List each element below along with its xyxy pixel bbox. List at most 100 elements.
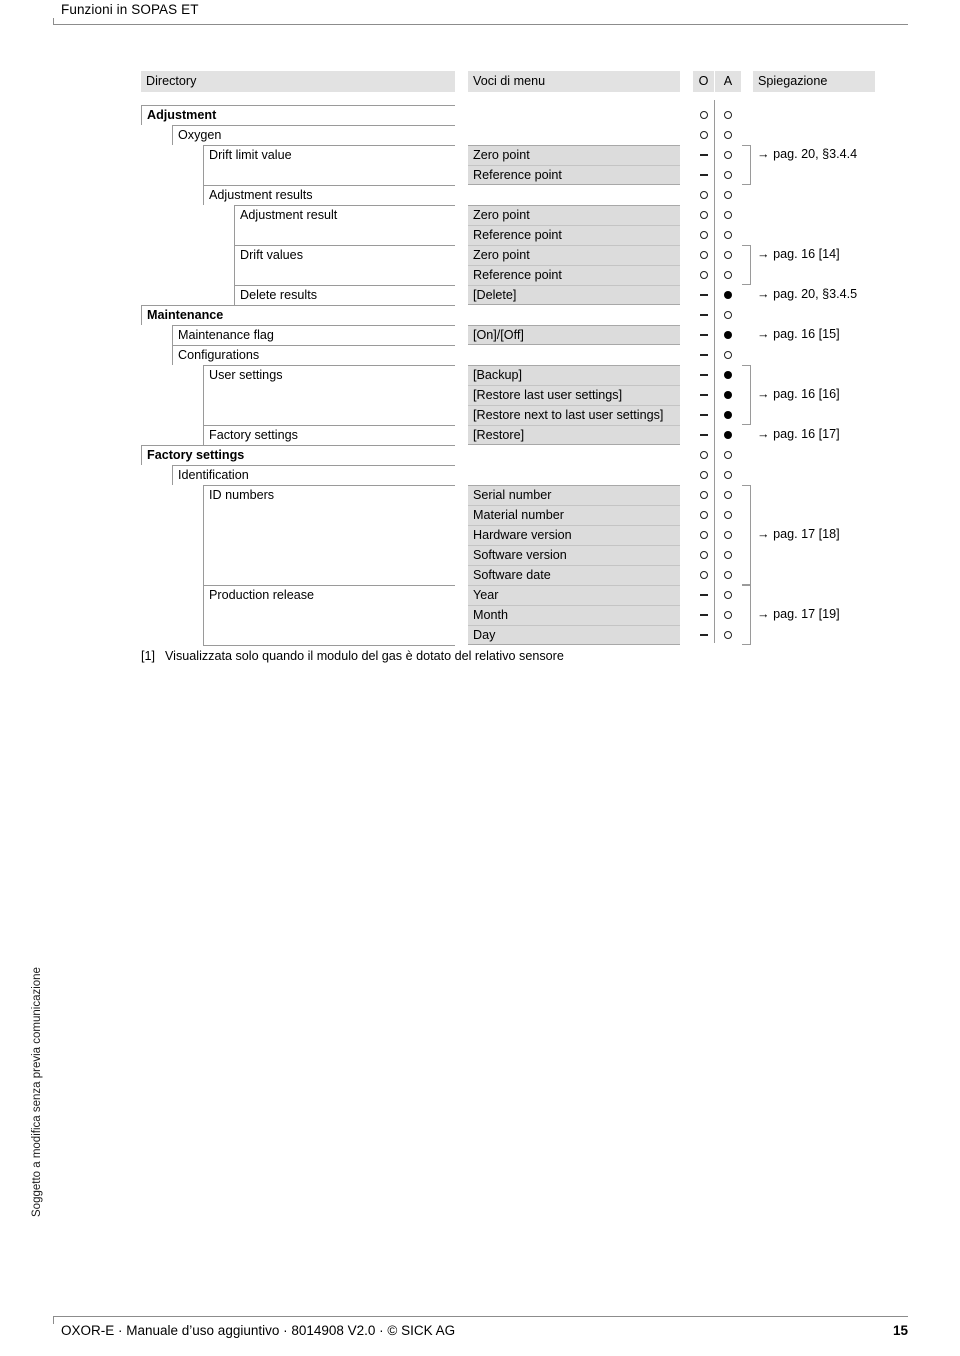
open-circle-icon <box>724 171 732 180</box>
footer-rule <box>53 1316 908 1317</box>
a-marker <box>717 405 739 425</box>
explanation-reference[interactable]: → pag. 16 [16] <box>757 385 840 405</box>
menu-item-cell: Zero point <box>468 205 680 225</box>
directory-cell: Production release <box>203 585 455 605</box>
o-marker <box>693 385 715 405</box>
open-circle-icon <box>700 131 708 140</box>
menu-item-cell: [Backup] <box>468 365 680 385</box>
a-marker <box>717 165 739 185</box>
open-circle-icon <box>700 191 708 200</box>
dash-icon <box>700 174 708 176</box>
o-marker <box>693 325 715 345</box>
explanation-reference[interactable]: → pag. 20, §3.4.4 <box>757 145 857 165</box>
open-circle-icon <box>724 551 732 560</box>
a-marker <box>717 565 739 585</box>
a-marker <box>717 545 739 565</box>
o-marker <box>693 405 715 425</box>
open-circle-icon <box>700 491 708 500</box>
filled-circle-icon <box>724 291 732 300</box>
open-circle-icon <box>700 231 708 240</box>
a-marker <box>717 205 739 225</box>
o-marker <box>693 565 715 585</box>
open-circle-icon <box>724 631 732 640</box>
filled-circle-icon <box>724 331 732 340</box>
o-a-column-divider <box>714 100 715 643</box>
a-marker <box>717 625 739 645</box>
menu-item-cell: Reference point <box>468 165 680 185</box>
column-header-menu-items: Voci di menu <box>468 71 680 92</box>
explanation-reference[interactable]: → pag. 16 [14] <box>757 245 840 265</box>
a-marker <box>717 125 739 145</box>
open-circle-icon <box>700 531 708 540</box>
open-circle-icon <box>700 451 708 460</box>
open-circle-icon <box>724 271 732 280</box>
o-marker <box>693 465 715 485</box>
menu-item-cell: [On]/[Off] <box>468 325 680 345</box>
dash-icon <box>700 634 708 636</box>
filled-circle-icon <box>724 411 732 420</box>
o-marker <box>693 545 715 565</box>
menu-item-cell: Material number <box>468 505 680 525</box>
directory-cell-continuation <box>203 625 455 645</box>
o-marker <box>693 585 715 605</box>
a-marker <box>717 365 739 385</box>
group-brace <box>742 365 751 425</box>
directory-cell: ID numbers <box>203 485 455 505</box>
a-marker <box>717 445 739 465</box>
explanation-reference[interactable]: → pag. 16 [15] <box>757 325 840 345</box>
menu-item-cell: Day <box>468 625 680 645</box>
directory-cell: Adjustment result <box>234 205 455 225</box>
open-circle-icon <box>700 471 708 480</box>
a-marker <box>717 185 739 205</box>
open-circle-icon <box>700 111 708 120</box>
menu-item-cell: Zero point <box>468 245 680 265</box>
open-circle-icon <box>700 511 708 520</box>
column-header-o: O <box>693 71 714 92</box>
group-brace <box>742 585 751 645</box>
functions-table: Directory Voci di menu O A Spiegazione A… <box>0 0 960 700</box>
open-circle-icon <box>700 571 708 580</box>
o-marker <box>693 445 715 465</box>
open-circle-icon <box>724 251 732 260</box>
o-marker <box>693 285 715 305</box>
open-circle-icon <box>724 591 732 600</box>
directory-cell-continuation <box>234 265 455 285</box>
a-marker <box>717 345 739 365</box>
footnote-text: Visualizzata solo quando il modulo del g… <box>165 649 564 663</box>
open-circle-icon <box>700 551 708 560</box>
dash-icon <box>700 394 708 396</box>
explanation-reference[interactable]: → pag. 17 [19] <box>757 605 840 625</box>
column-header-explanation: Spiegazione <box>753 71 875 92</box>
footnote-marker: [1] <box>141 649 156 663</box>
dash-icon <box>700 354 708 356</box>
directory-cell-continuation <box>203 525 455 545</box>
directory-cell: Maintenance <box>141 305 455 325</box>
o-marker <box>693 165 715 185</box>
open-circle-icon <box>724 231 732 240</box>
dash-icon <box>700 414 708 416</box>
filled-circle-icon <box>724 391 732 400</box>
o-marker <box>693 145 715 165</box>
dash-icon <box>700 614 708 616</box>
a-marker <box>717 465 739 485</box>
directory-cell-continuation <box>234 225 455 245</box>
dash-icon <box>700 314 708 316</box>
directory-cell-continuation <box>203 405 455 425</box>
menu-item-cell: Year <box>468 585 680 605</box>
o-marker <box>693 425 715 445</box>
a-marker <box>717 525 739 545</box>
a-marker <box>717 145 739 165</box>
o-marker <box>693 265 715 285</box>
o-marker <box>693 205 715 225</box>
directory-cell: Factory settings <box>203 425 455 445</box>
explanation-reference[interactable]: → pag. 20, §3.4.5 <box>757 285 857 305</box>
o-marker <box>693 365 715 385</box>
o-marker <box>693 245 715 265</box>
page-footer: OXOR-E · Manuale d’uso aggiuntivo · 8014… <box>53 1316 908 1350</box>
explanation-reference[interactable]: → pag. 17 [18] <box>757 525 840 545</box>
open-circle-icon <box>724 111 732 120</box>
o-marker <box>693 105 715 125</box>
a-marker <box>717 325 739 345</box>
explanation-reference[interactable]: → pag. 16 [17] <box>757 425 840 445</box>
open-circle-icon <box>724 131 732 140</box>
